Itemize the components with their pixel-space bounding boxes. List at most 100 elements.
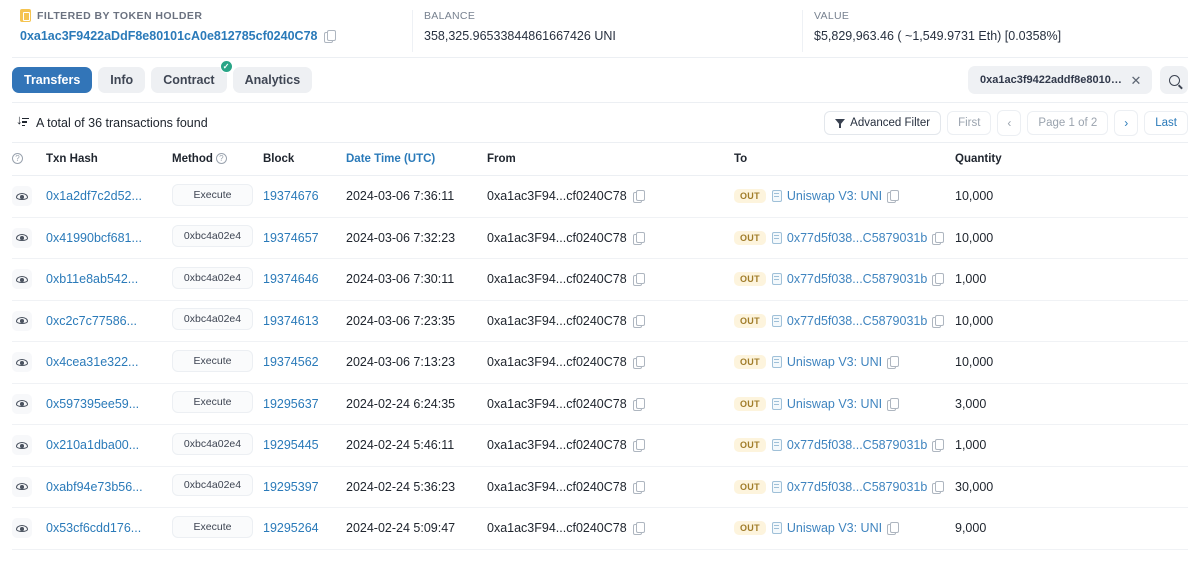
clear-search-icon[interactable]: ✕ — [1128, 72, 1144, 88]
copy-icon[interactable] — [632, 356, 645, 370]
eye-icon[interactable] — [12, 435, 32, 456]
copy-icon[interactable] — [932, 439, 945, 453]
copy-icon[interactable] — [887, 522, 900, 536]
direction-badge: OUT — [734, 313, 766, 328]
block-link[interactable]: 19374613 — [263, 314, 319, 328]
row-preview-cell — [12, 507, 46, 550]
row-quantity-cell: 1,000 — [955, 424, 1188, 467]
block-link[interactable]: 19295637 — [263, 397, 319, 411]
advanced-filter-button[interactable]: Advanced Filter — [824, 110, 942, 135]
from-address: 0xa1ac3F94...cf0240C78 — [487, 355, 627, 370]
row-to-cell: OUT Uniswap V3: UNI — [734, 341, 955, 384]
to-address-link[interactable]: 0x77d5f038...C5879031b — [787, 438, 927, 452]
table-header-row: ? Txn Hash Method? Block Date Time (UTC)… — [12, 143, 1188, 176]
row-txn-hash-cell: 0x597395ee59... — [46, 383, 172, 425]
to-address-link[interactable]: 0x77d5f038...C5879031b — [787, 272, 927, 286]
column-header-date-time[interactable]: Date Time (UTC) — [346, 143, 487, 176]
row-block-cell: 19295264 — [263, 507, 346, 550]
search-input[interactable]: 0xa1ac3f9422addf8e80101ca... ✕ — [968, 66, 1152, 94]
balance-block: BALANCE 358,325.96533844861667426 UNI — [412, 8, 802, 52]
row-method-cell: Execute — [172, 507, 263, 550]
copy-icon[interactable] — [632, 522, 645, 536]
copy-icon[interactable] — [632, 397, 645, 411]
search-icon — [1168, 74, 1180, 86]
eye-icon[interactable] — [12, 393, 32, 414]
eye-icon[interactable] — [12, 518, 32, 539]
to-address-link[interactable]: 0x77d5f038...C5879031b — [787, 231, 927, 245]
txn-hash-link[interactable]: 0x4cea31e322... — [46, 355, 138, 369]
tab-info-label: Info — [110, 73, 134, 87]
txn-hash-link[interactable]: 0xc2c7c77586... — [46, 314, 137, 328]
eye-icon[interactable] — [12, 269, 32, 290]
copy-icon[interactable] — [632, 439, 645, 453]
txn-hash-link[interactable]: 0x53cf6cdd176... — [46, 521, 141, 535]
tab-analytics[interactable]: Analytics — [232, 67, 313, 93]
copy-icon[interactable] — [932, 231, 945, 245]
txn-hash-link[interactable]: 0x1a2df7c2d52... — [46, 189, 142, 203]
row-to-cell: OUT 0x77d5f038...C5879031b — [734, 258, 955, 301]
to-address-link[interactable]: Uniswap V3: UNI — [787, 189, 882, 203]
to-address-link[interactable]: Uniswap V3: UNI — [787, 521, 882, 535]
pagination-prev-button[interactable]: ‹ — [997, 109, 1022, 136]
direction-badge: OUT — [734, 355, 766, 370]
txn-hash-link[interactable]: 0xb11e8ab542... — [46, 272, 138, 286]
copy-icon[interactable] — [932, 480, 945, 494]
eye-icon[interactable] — [12, 227, 32, 248]
to-address-link[interactable]: Uniswap V3: UNI — [787, 397, 882, 411]
table-row: 0x41990bcf681... 0xbc4a02e4 19374657 2024-0… — [12, 217, 1188, 259]
eye-icon[interactable] — [12, 310, 32, 331]
block-link[interactable]: 19295264 — [263, 521, 319, 535]
tab-info[interactable]: Info — [98, 67, 146, 93]
help-icon[interactable]: ? — [215, 153, 227, 165]
block-link[interactable]: 19374676 — [263, 189, 319, 203]
row-to-cell: OUT Uniswap V3: UNI — [734, 175, 955, 218]
row-block-cell: 19374562 — [263, 341, 346, 384]
block-link[interactable]: 19374657 — [263, 231, 319, 245]
direction-badge: OUT — [734, 479, 766, 494]
txn-hash-link[interactable]: 0x210a1dba00... — [46, 438, 139, 452]
txn-hash-link[interactable]: 0x41990bcf681... — [46, 231, 142, 245]
help-icon[interactable]: ? — [12, 153, 23, 165]
row-from-cell: 0xa1ac3F94...cf0240C78 — [487, 217, 734, 259]
block-link[interactable]: 19374562 — [263, 355, 319, 369]
tab-contract[interactable]: Contract ✓ — [151, 60, 233, 93]
block-link[interactable]: 19295397 — [263, 480, 319, 494]
txn-hash-link[interactable]: 0x597395ee59... — [46, 397, 139, 411]
copy-icon[interactable] — [632, 231, 645, 245]
to-address-link[interactable]: Uniswap V3: UNI — [787, 355, 882, 369]
copy-icon[interactable] — [887, 397, 900, 411]
table-row: 0x1a2df7c2d52... Execute 19374676 2024-03-0… — [12, 175, 1188, 218]
eye-icon[interactable] — [12, 476, 32, 497]
value-block: VALUE $5,829,963.46 ( ~1,549.9731 Eth) [… — [802, 8, 1182, 52]
block-link[interactable]: 19295445 — [263, 438, 319, 452]
copy-icon[interactable] — [932, 273, 945, 287]
tab-transfers[interactable]: Transfers — [12, 67, 93, 93]
copy-icon[interactable] — [887, 356, 900, 370]
row-preview-cell — [12, 175, 46, 218]
column-header-method: Method? — [172, 143, 263, 176]
contract-icon — [771, 397, 782, 410]
copy-icon[interactable] — [932, 314, 945, 328]
copy-icon[interactable] — [324, 30, 337, 43]
to-address-link[interactable]: 0x77d5f038...C5879031b — [787, 314, 927, 328]
copy-icon[interactable] — [632, 480, 645, 494]
eye-icon[interactable] — [12, 352, 32, 373]
table-toolbar: A total of 36 transactions found Advance… — [12, 102, 1188, 142]
copy-icon[interactable] — [887, 190, 900, 204]
eye-icon[interactable] — [12, 186, 32, 207]
copy-icon[interactable] — [632, 190, 645, 204]
copy-icon[interactable] — [632, 273, 645, 287]
to-address-link[interactable]: 0x77d5f038...C5879031b — [787, 480, 927, 494]
pagination-last-button[interactable]: Last — [1144, 110, 1188, 135]
txn-hash-link[interactable]: 0xabf94e73b56... — [46, 480, 143, 494]
copy-icon[interactable] — [632, 314, 645, 328]
pagination-next-button[interactable]: › — [1114, 109, 1139, 136]
block-link[interactable]: 19374646 — [263, 272, 319, 286]
holder-address-link[interactable]: 0xa1ac3F9422aDdF8e80101cA0e812785cf0240C… — [20, 29, 317, 43]
row-quantity-cell: 30,000 — [955, 466, 1188, 508]
table-row: 0x210a1dba00... 0xbc4a02e4 19295445 2024-02… — [12, 424, 1188, 467]
search-button[interactable] — [1160, 66, 1188, 94]
row-preview-cell — [12, 424, 46, 467]
row-quantity-cell: 10,000 — [955, 341, 1188, 384]
pagination-first-button[interactable]: First — [947, 110, 992, 135]
